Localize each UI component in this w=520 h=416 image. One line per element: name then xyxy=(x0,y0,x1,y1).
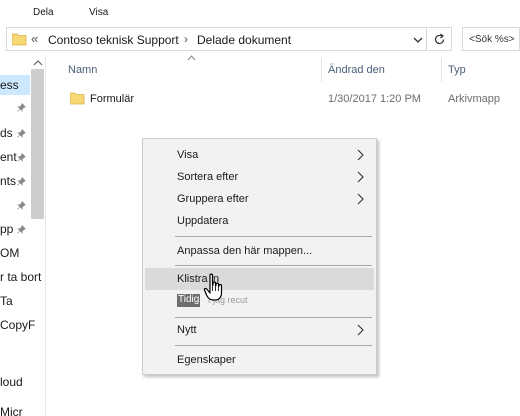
menu-separator xyxy=(175,236,372,237)
nav-item[interactable]: nts xyxy=(0,174,16,188)
navigation-pane: ess ds ent nts pp OM r ta bort Ta CopyF loud Micr xyxy=(0,55,46,416)
file-modified: 1/30/2017 1:20 PM xyxy=(328,93,421,105)
menu-item-view[interactable]: Visa xyxy=(145,144,374,166)
hand-cursor-icon xyxy=(203,273,223,301)
menu-item-label: Sortera efter xyxy=(177,171,239,183)
menu-separator xyxy=(175,345,372,346)
ribbon: Dela Visa xyxy=(0,0,520,24)
folder-icon xyxy=(12,33,27,46)
nav-item[interactable]: pp xyxy=(0,222,13,236)
menu-item-customize-folder[interactable]: Anpassa den här mappen... xyxy=(145,240,374,262)
menu-item-new[interactable]: Nytt xyxy=(145,319,374,341)
pin-icon[interactable] xyxy=(17,177,26,186)
address-bar[interactable]: « Contoso teknisk Support › Delade dokum… xyxy=(6,27,427,51)
menu-item-group-by[interactable]: Gruppera efter xyxy=(145,188,374,210)
refresh-button[interactable] xyxy=(428,27,452,51)
file-type: Arkivmapp xyxy=(448,93,500,105)
folder-icon xyxy=(70,92,85,105)
chevron-right-icon xyxy=(357,149,364,161)
chevron-right-icon xyxy=(357,324,364,336)
menu-item-label: Gruppera efter xyxy=(177,193,249,205)
column-header-modified[interactable]: Ändrad den xyxy=(328,64,385,76)
search-box[interactable] xyxy=(462,27,520,51)
menu-item-refresh[interactable]: Uppdatera xyxy=(145,210,374,232)
ribbon-tab-share[interactable]: Dela xyxy=(33,7,54,18)
breadcrumb-separator-icon[interactable]: › xyxy=(184,32,188,46)
menu-item-label: Uppdatera xyxy=(177,215,229,227)
column-header-name[interactable]: Namn xyxy=(68,64,97,76)
pin-icon[interactable] xyxy=(17,201,26,210)
menu-separator xyxy=(175,265,372,266)
pin-icon[interactable] xyxy=(17,103,26,112)
pin-icon[interactable] xyxy=(17,153,26,162)
nav-item[interactable]: Micr xyxy=(0,405,23,416)
menu-item-label: Visa xyxy=(177,149,199,161)
file-row[interactable]: Formulär 1/30/2017 1:20 PM Arkivmapp xyxy=(62,88,520,110)
breadcrumb-overflow-icon[interactable]: « xyxy=(31,31,38,46)
nav-item[interactable]: ent xyxy=(0,150,17,164)
menu-item-undo[interactable]: Tidig t jag recut xyxy=(145,290,374,312)
breadcrumb-shared-documents[interactable]: Delade dokument xyxy=(197,33,291,47)
file-name: Formulär xyxy=(90,93,135,105)
menu-separator xyxy=(175,317,372,318)
refresh-icon xyxy=(434,33,445,45)
address-bar-row: « Contoso teknisk Support › Delade dokum… xyxy=(0,25,520,53)
chevron-right-icon xyxy=(357,193,364,205)
column-divider[interactable] xyxy=(321,58,322,82)
chevron-down-icon[interactable] xyxy=(412,34,424,46)
chevron-right-icon xyxy=(357,171,364,183)
column-divider[interactable] xyxy=(441,58,442,82)
nav-item[interactable]: r ta bort xyxy=(0,270,41,284)
ribbon-tab-view[interactable]: Visa xyxy=(89,7,108,18)
nav-item[interactable]: loud xyxy=(0,375,23,389)
nav-item[interactable]: ess xyxy=(0,75,30,95)
menu-item-sort-by[interactable]: Sortera efter xyxy=(145,166,374,188)
menu-item-label: Egenskaper xyxy=(177,354,236,366)
nav-item[interactable]: Ta xyxy=(0,294,13,308)
breadcrumb-contoso-support[interactable]: Contoso teknisk Support xyxy=(48,33,179,47)
context-menu: Visa Sortera efter Gruppera efter Uppdat… xyxy=(142,138,377,375)
menu-item-paste[interactable]: Klistra in xyxy=(145,268,374,290)
scroll-up-icon[interactable] xyxy=(33,59,43,67)
pin-icon[interactable] xyxy=(17,129,26,138)
menu-item-label: Nytt xyxy=(177,324,197,336)
search-input[interactable] xyxy=(463,28,519,50)
nav-scrollbar-thumb[interactable] xyxy=(31,69,44,219)
menu-item-label: Anpassa den här mappen... xyxy=(177,245,313,257)
column-header-type[interactable]: Typ xyxy=(448,64,466,76)
menu-item-label-highlight: Tidig xyxy=(177,294,201,307)
sort-ascending-icon xyxy=(187,55,196,61)
pin-icon[interactable] xyxy=(17,225,26,234)
nav-item[interactable]: CopyF xyxy=(0,318,35,332)
nav-item[interactable]: OM xyxy=(0,246,19,260)
menu-item-properties[interactable]: Egenskaper xyxy=(145,349,374,371)
nav-item[interactable]: ds xyxy=(0,126,13,140)
